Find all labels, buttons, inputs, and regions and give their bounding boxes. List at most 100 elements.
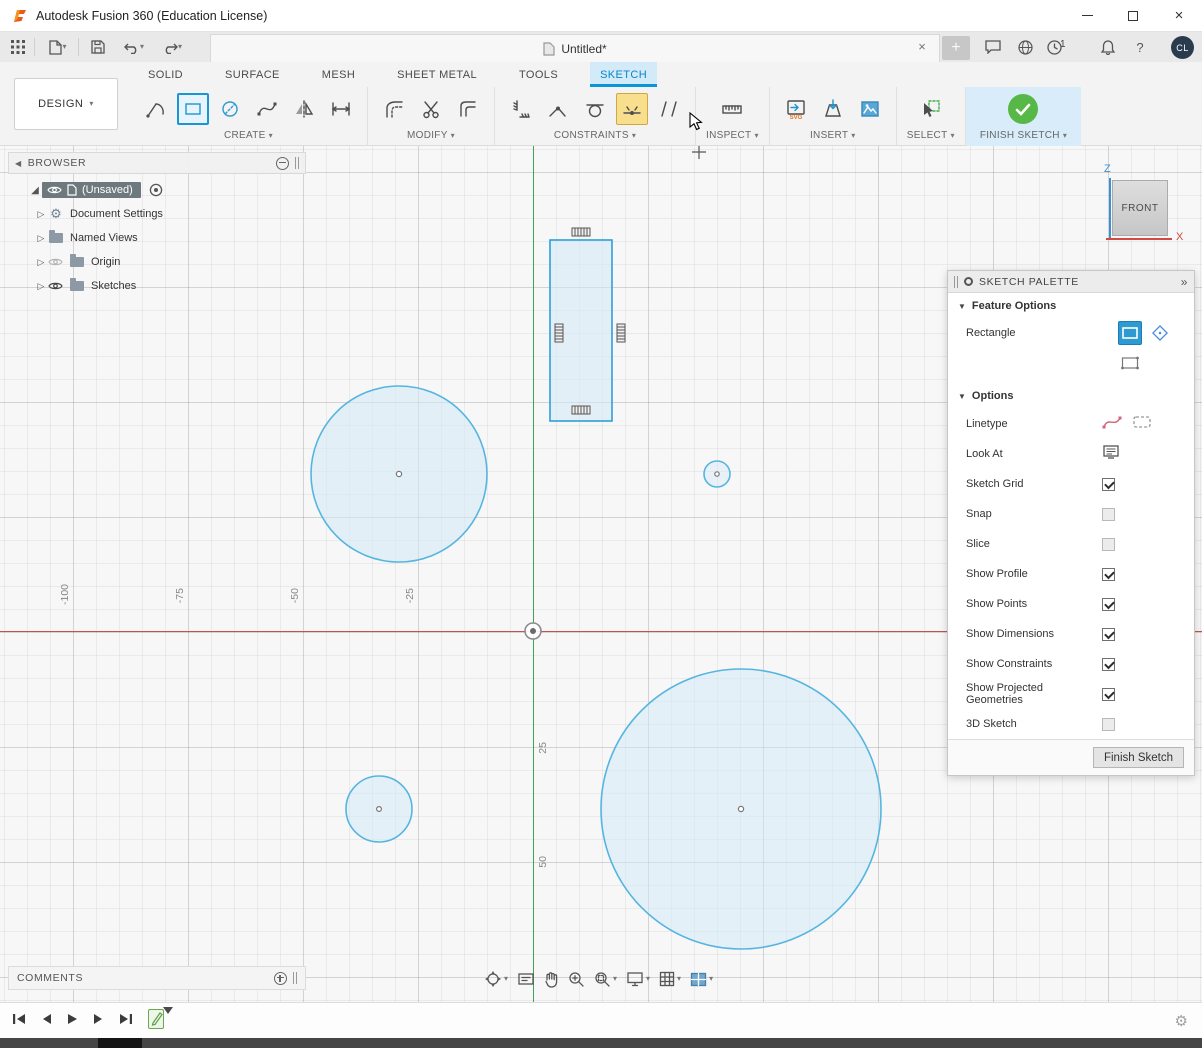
close-button[interactable]: ×: [1156, 0, 1202, 31]
user-avatar[interactable]: CL: [1171, 36, 1194, 59]
orbit-button[interactable]: ▾: [484, 970, 508, 988]
look-at-icon[interactable]: [1102, 444, 1120, 465]
display-settings-button[interactable]: ▾: [626, 971, 650, 987]
canvas-image-button[interactable]: [854, 93, 886, 125]
show-points-checkbox[interactable]: [1102, 598, 1115, 611]
center-rectangle-icon[interactable]: [1148, 321, 1172, 345]
finish-sketch-group[interactable]: FINISH SKETCH▾: [966, 87, 1081, 146]
slice-checkbox[interactable]: [1102, 538, 1115, 551]
root-expander-icon[interactable]: ◢: [28, 185, 42, 196]
tab-sheet-metal[interactable]: SHEET METAL: [387, 62, 487, 87]
offset-tool-button[interactable]: [452, 93, 484, 125]
parallel-constraint-button[interactable]: [653, 93, 685, 125]
help-icon[interactable]: ?: [1130, 37, 1150, 57]
sketch-palette-header[interactable]: SKETCH PALETTE »: [948, 271, 1194, 293]
fillet-tool-button[interactable]: [378, 93, 410, 125]
circle-tool-button[interactable]: [214, 93, 246, 125]
decal-button[interactable]: [817, 93, 849, 125]
measure-button[interactable]: [716, 93, 748, 125]
timeline-settings-gear-icon[interactable]: ⚙: [1175, 1012, 1188, 1030]
spline-tool-button[interactable]: [251, 93, 283, 125]
model-viewport[interactable]: -100 -75 -50 -25 25 50 ◀ BROWSER ◢ (U: [0, 146, 1202, 1002]
hatch-constraint-glyph-right[interactable]: [617, 324, 625, 342]
expander-icon[interactable]: ▷: [34, 233, 48, 244]
select-button[interactable]: [915, 93, 947, 125]
step-forward-button[interactable]: [92, 1012, 105, 1031]
tab-close-icon[interactable]: ×: [913, 39, 931, 54]
horizontal-vertical-constraint-button[interactable]: [505, 93, 537, 125]
redo-button[interactable]: ▾: [158, 37, 186, 57]
fit-button[interactable]: ▾: [594, 971, 617, 988]
select-group-label[interactable]: SELECT▾: [907, 130, 955, 141]
play-button[interactable]: [66, 1012, 79, 1031]
zoom-button[interactable]: [568, 971, 585, 988]
new-tab-button[interactable]: +: [942, 36, 970, 60]
browser-item-origin[interactable]: ▷ Origin: [8, 250, 306, 274]
circle-center-point[interactable]: [715, 472, 719, 476]
two-point-rectangle-icon[interactable]: [1118, 321, 1142, 345]
origin-point[interactable]: [525, 623, 541, 639]
construction-linetype-icon[interactable]: [1102, 414, 1122, 435]
expander-icon[interactable]: ▷: [34, 209, 48, 220]
tab-surface[interactable]: SURFACE: [215, 62, 290, 87]
file-menu-button[interactable]: ▾: [44, 37, 72, 57]
browser-root-pill[interactable]: (Unsaved): [42, 182, 141, 198]
finish-sketch-check-icon[interactable]: [1008, 94, 1038, 124]
visibility-eye-off-icon[interactable]: [48, 257, 63, 267]
constraints-group-label[interactable]: CONSTRAINTS▾: [554, 130, 636, 141]
collapse-right-icon[interactable]: »: [1181, 275, 1188, 289]
circle-center-point[interactable]: [377, 807, 382, 812]
timeline-sketch-feature[interactable]: [148, 1009, 164, 1029]
sketch-grid-checkbox[interactable]: [1102, 478, 1115, 491]
insert-svg-button[interactable]: SVG: [780, 93, 812, 125]
step-back-button[interactable]: [40, 1012, 53, 1031]
coincident-constraint-button[interactable]: [542, 93, 574, 125]
visibility-eye-icon[interactable]: [47, 185, 62, 195]
activate-target-icon[interactable]: [149, 183, 163, 197]
tab-tools[interactable]: TOOLS: [509, 62, 568, 87]
browser-item-sketches[interactable]: ▷ Sketches: [8, 274, 306, 298]
panel-grip-handle[interactable]: [954, 276, 958, 288]
hatch-constraint-glyph-top[interactable]: [572, 228, 590, 236]
maximize-button[interactable]: [1110, 0, 1156, 31]
line-tool-button[interactable]: [140, 93, 172, 125]
options-section[interactable]: ▼ Options: [948, 383, 1194, 409]
show-constraints-checkbox[interactable]: [1102, 658, 1115, 671]
feature-options-section[interactable]: ▼ Feature Options: [948, 293, 1194, 319]
tab-sketch[interactable]: SKETCH: [590, 62, 657, 87]
snap-checkbox[interactable]: [1102, 508, 1115, 521]
panel-grip-handle[interactable]: [293, 972, 297, 984]
browser-home-icon[interactable]: [1015, 37, 1035, 57]
inspect-group-label[interactable]: INSPECT▾: [706, 130, 759, 141]
tab-mesh[interactable]: MESH: [312, 62, 365, 87]
midpoint-constraint-button[interactable]: [616, 93, 648, 125]
hatch-constraint-glyph-left[interactable]: [555, 324, 563, 342]
browser-item-named-views[interactable]: ▷ Named Views: [8, 226, 306, 250]
show-profile-checkbox[interactable]: [1102, 568, 1115, 581]
document-tab[interactable]: Untitled* ×: [210, 34, 940, 62]
visibility-eye-icon[interactable]: [48, 281, 63, 291]
3d-sketch-checkbox[interactable]: [1102, 718, 1115, 731]
minimize-button[interactable]: [1064, 0, 1110, 31]
mirror-tool-button[interactable]: [288, 93, 320, 125]
save-button[interactable]: [88, 37, 108, 57]
viewcube-front-face[interactable]: FRONT: [1112, 180, 1168, 236]
centerline-linetype-icon[interactable]: [1132, 414, 1152, 435]
look-at-button[interactable]: [517, 971, 535, 987]
comments-bar[interactable]: COMMENTS: [8, 966, 306, 990]
show-projected-geometries-checkbox[interactable]: [1102, 688, 1115, 701]
skip-to-end-button[interactable]: [118, 1012, 133, 1031]
comments-icon[interactable]: [983, 37, 1003, 57]
hatch-constraint-glyph-bottom[interactable]: [572, 406, 590, 414]
circle-center-point[interactable]: [396, 471, 401, 476]
timeline-position-marker[interactable]: [163, 1007, 173, 1014]
tab-solid[interactable]: SOLID: [138, 62, 193, 87]
collapse-circle-icon[interactable]: [276, 157, 289, 170]
notifications-bell-icon[interactable]: [1098, 37, 1118, 57]
skip-to-start-button[interactable]: [12, 1012, 27, 1031]
app-grid-icon[interactable]: [8, 37, 28, 57]
finish-sketch-button[interactable]: Finish Sketch: [1093, 747, 1184, 768]
trim-tool-button[interactable]: [415, 93, 447, 125]
dimension-tool-button[interactable]: [325, 93, 357, 125]
circle-center-point[interactable]: [738, 806, 743, 811]
